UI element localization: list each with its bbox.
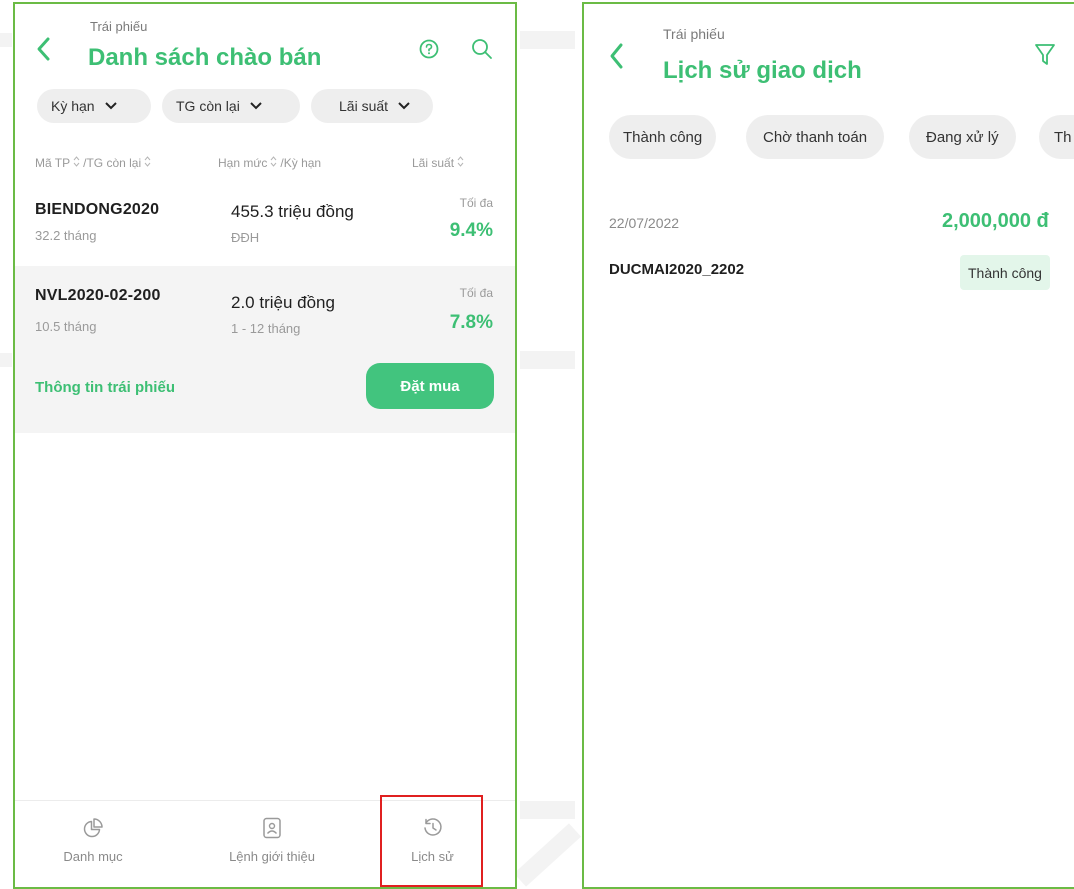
sort-icon <box>144 156 151 170</box>
chevron-left-icon <box>37 37 50 61</box>
tab-more[interactable]: Th <box>1039 115 1074 159</box>
bond-info-link[interactable]: Thông tin trái phiếu <box>35 379 175 396</box>
bond-row[interactable]: BIENDONG2020 32.2 tháng 455.3 triệu đồng… <box>15 180 515 266</box>
page-title: Danh sách chào bán <box>88 44 322 71</box>
column-header-rate[interactable]: Lãi suất <box>412 156 467 170</box>
pie-chart-icon <box>83 818 103 838</box>
offer-list-screen: Trái phiếu Danh sách chào bán Kỳ hạn TG … <box>13 2 517 889</box>
bond-remaining: 32.2 tháng <box>35 228 97 243</box>
bond-term: ĐĐH <box>231 230 260 245</box>
bond-code: BIENDONG2020 <box>35 201 160 218</box>
rate-label: Tối đa <box>459 196 493 210</box>
nav-item-portfolio[interactable]: Danh mục <box>33 801 153 887</box>
section-label: Trái phiếu <box>90 19 148 34</box>
filter-term-label: Kỳ hạn <box>51 98 95 114</box>
chevron-left-icon <box>610 43 623 69</box>
transaction-date: 22/07/2022 <box>609 215 680 231</box>
nav-label: Danh mục <box>63 849 123 864</box>
section-label: Trái phiếu <box>663 26 725 42</box>
column-header-limit[interactable]: Hạn mức /Kỳ hạn <box>218 156 321 170</box>
page-title: Lịch sử giao dịch <box>663 57 862 84</box>
filter-remaining-time[interactable]: TG còn lại <box>162 89 300 123</box>
rate-label: Tối đa <box>459 286 493 300</box>
buy-button[interactable]: Đặt mua <box>366 363 494 409</box>
filter-interest-rate[interactable]: Lãi suất <box>311 89 433 123</box>
bond-code: NVL2020-02-200 <box>35 287 161 304</box>
tab-label: Th <box>1054 128 1072 146</box>
status-badge: Thành công <box>960 255 1050 290</box>
chevron-down-icon <box>104 102 117 110</box>
tab-success[interactable]: Thành công <box>609 115 717 159</box>
chevron-down-icon <box>250 102 262 110</box>
back-button[interactable] <box>35 36 53 67</box>
help-button[interactable] <box>419 39 439 64</box>
transaction-history-screen: Trái phiếu Lịch sử giao dịch Thành công … <box>582 2 1074 889</box>
column-code-label: Mã TP <box>35 156 71 170</box>
column-rate-label: Lãi suất <box>412 156 455 170</box>
column-limit-label: Hạn mức <box>218 156 268 170</box>
search-button[interactable] <box>471 38 493 65</box>
search-icon <box>472 39 492 59</box>
question-circle-icon <box>419 39 439 59</box>
transaction-code: DUCMAI2020_2202 <box>609 261 745 278</box>
document-user-icon <box>263 817 281 839</box>
bond-remaining: 10.5 tháng <box>35 319 97 334</box>
tab-label: Chờ thanh toán <box>763 128 868 146</box>
bond-term: 1 - 12 tháng <box>231 321 301 336</box>
back-button[interactable] <box>608 42 626 75</box>
column-term-label: /Kỳ hạn <box>280 156 322 170</box>
column-header-code[interactable]: Mã TP /TG còn lại <box>35 156 154 170</box>
column-remaining-label: /TG còn lại <box>83 156 142 170</box>
highlight-box <box>380 795 483 887</box>
filter-rate-label: Lãi suất <box>339 98 389 114</box>
tab-label: Đang xử lý <box>926 128 999 146</box>
bond-amount: 2.0 triệu đồng <box>231 293 335 312</box>
bond-rate: 9.4% <box>449 220 493 241</box>
filter-button[interactable] <box>1034 42 1056 73</box>
sort-icon <box>457 156 464 170</box>
nav-item-referral-orders[interactable]: Lệnh giới thiệu <box>197 801 347 887</box>
tab-processing[interactable]: Đang xử lý <box>909 115 1016 159</box>
tab-label: Thành công <box>623 128 703 146</box>
sort-icon <box>73 156 80 170</box>
filter-remaining-label: TG còn lại <box>176 98 240 114</box>
tab-pending-payment[interactable]: Chờ thanh toán <box>746 115 885 159</box>
filter-icon <box>1035 44 1055 65</box>
bond-amount: 455.3 triệu đồng <box>231 202 354 221</box>
chevron-down-icon <box>398 102 410 110</box>
nav-label: Lệnh giới thiệu <box>229 849 315 864</box>
sort-icon <box>270 156 277 170</box>
filter-term[interactable]: Kỳ hạn <box>37 89 151 123</box>
transaction-amount: 2,000,000 đ <box>942 210 1049 232</box>
bond-rate: 7.8% <box>449 312 493 333</box>
